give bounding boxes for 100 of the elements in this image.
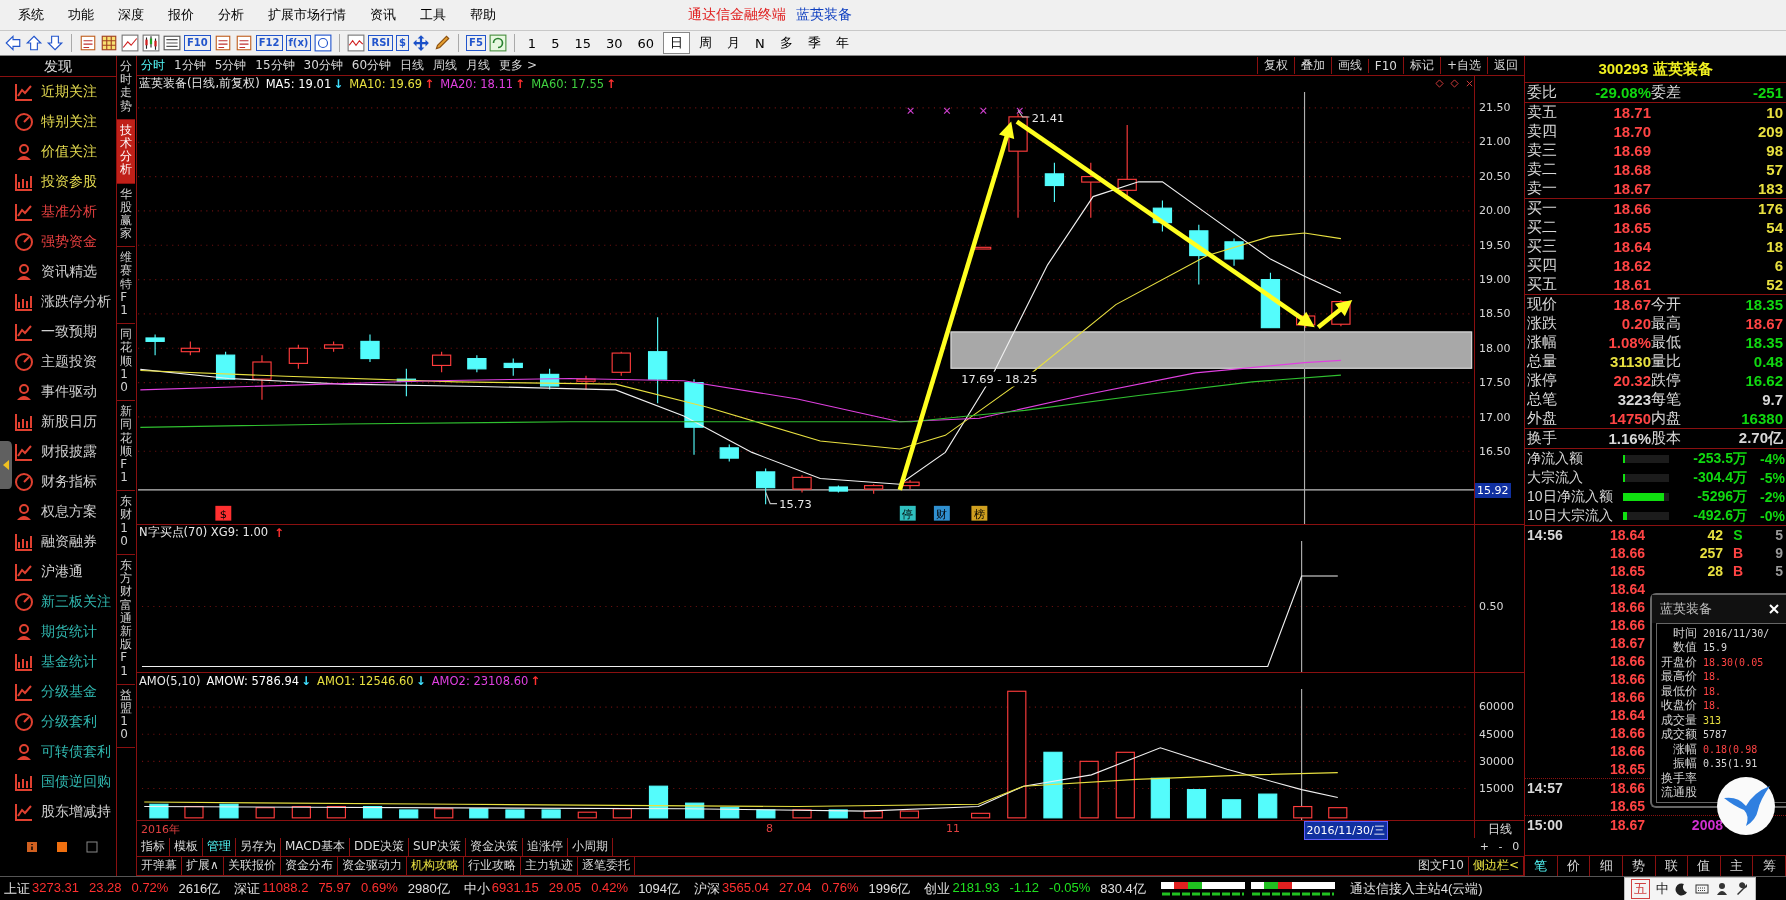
sidebar-item[interactable]: 资讯精选: [13, 257, 117, 287]
toolbar-button[interactable]: F12: [255, 35, 283, 51]
period-button[interactable]: N: [749, 34, 771, 52]
list-icon[interactable]: [163, 34, 181, 52]
period-button[interactable]: 月: [721, 33, 747, 53]
sidebar-item[interactable]: 财务指标: [13, 467, 117, 497]
panel-toggle-button[interactable]: 侧边栏<: [1468, 857, 1524, 875]
vertical-tab[interactable]: 同花顺10: [117, 324, 136, 402]
event-marker[interactable]: 财: [933, 505, 950, 522]
period-button[interactable]: 多: [773, 33, 799, 53]
sidebar-item[interactable]: 可转债套利: [13, 737, 117, 767]
sidebar-item[interactable]: 主题投资: [13, 347, 117, 377]
sidebar-item[interactable]: 分级套利: [13, 707, 117, 737]
move-icon[interactable]: [412, 34, 431, 52]
feature-tab[interactable]: 扩展∧: [182, 857, 224, 875]
period-tab[interactable]: 更多 >: [499, 57, 537, 74]
sidebar-item[interactable]: 基金统计: [13, 647, 117, 677]
vertical-tab[interactable]: 东方财富通新版F1: [117, 555, 136, 685]
vertical-tab[interactable]: 东财10: [117, 491, 136, 555]
wrench-icon[interactable]: [1735, 881, 1749, 896]
feature-tab[interactable]: 资金驱动力: [337, 857, 407, 875]
pencil-icon[interactable]: [433, 34, 452, 52]
sidebar-item[interactable]: 沪港通: [13, 557, 117, 587]
period-button[interactable]: 30: [599, 34, 629, 52]
vertical-tab[interactable]: 华股赢家: [117, 183, 136, 248]
info-icon[interactable]: [26, 841, 38, 853]
period-tab[interactable]: 5分钟: [214, 57, 247, 74]
ime-button[interactable]: 五: [1631, 878, 1650, 899]
feature-tab[interactable]: 行业攻略: [463, 857, 521, 875]
indicator-tab[interactable]: 管理: [203, 838, 236, 856]
indicator-tab[interactable]: 资金决策: [465, 838, 523, 856]
feature-tab[interactable]: 机构攻略: [406, 857, 464, 875]
zoom-button[interactable]: +: [1479, 838, 1489, 856]
period-tab[interactable]: 60分钟: [351, 57, 392, 74]
vertical-tab[interactable]: 分时走势: [117, 56, 136, 120]
indicator-tab[interactable]: SUP决策: [409, 838, 466, 856]
sidebar-item[interactable]: 基准分析: [13, 197, 117, 227]
sidebar-item[interactable]: 融资融券: [13, 527, 117, 557]
sidebar-item[interactable]: 国债逆回购: [13, 767, 117, 797]
period-tab[interactable]: 15分钟: [255, 57, 295, 74]
chart-button[interactable]: 画线: [1330, 57, 1368, 74]
sidebar-item[interactable]: 权息方案: [13, 497, 117, 527]
indicator-tab[interactable]: 另存为: [236, 838, 281, 856]
moon-icon[interactable]: [1675, 881, 1689, 896]
vertical-tab[interactable]: 技术分析: [117, 119, 136, 184]
feature-tab[interactable]: 开弹幕: [137, 857, 182, 875]
event-marker[interactable]: 榜: [971, 505, 988, 522]
sidebar-item[interactable]: 新三板关注: [13, 587, 117, 617]
feature-tab[interactable]: 逐笔委托: [577, 857, 635, 875]
indicator-tab[interactable]: 追涨停: [522, 838, 568, 856]
toolbar-button[interactable]: RSI: [368, 35, 394, 51]
event-marker[interactable]: $: [215, 505, 232, 522]
event-marker[interactable]: 停: [899, 505, 916, 522]
sidebar-item[interactable]: 特别关注: [13, 107, 117, 137]
line-chart-icon[interactable]: [121, 34, 139, 52]
sidebar-item[interactable]: 投资参股: [13, 167, 117, 197]
period-tab[interactable]: 周线: [433, 57, 458, 74]
menu-item[interactable]: 工具: [408, 4, 458, 26]
wave-icon[interactable]: [347, 34, 366, 52]
indicator-tab[interactable]: MACD基本: [281, 838, 350, 856]
vertical-tab[interactable]: 维赛特F1: [117, 247, 136, 325]
chart-button[interactable]: +自选: [1439, 57, 1487, 74]
period-tab[interactable]: 30分钟: [303, 57, 343, 74]
vertical-tab[interactable]: 新同花顺F1: [117, 401, 136, 492]
menu-item[interactable]: 资讯: [358, 4, 408, 26]
menu-item[interactable]: 深度: [106, 4, 156, 26]
period-tab[interactable]: 分时: [141, 57, 165, 74]
sidebar-item[interactable]: 事件驱动: [13, 377, 117, 407]
menu-item[interactable]: 功能: [56, 4, 106, 26]
chart-button[interactable]: 复权: [1256, 57, 1294, 74]
sidebar-item[interactable]: 新股日历: [13, 407, 117, 437]
arrow-down-icon[interactable]: [46, 34, 64, 52]
indicator-tab[interactable]: DDE决策: [350, 838, 410, 856]
arrow-left-icon[interactable]: [4, 34, 22, 52]
sidebar-item[interactable]: 涨跌停分析: [13, 287, 117, 317]
zoom-button[interactable]: 0: [1512, 838, 1520, 856]
menu-item[interactable]: 扩展市场行情: [256, 4, 358, 26]
period-button[interactable]: 季: [801, 33, 827, 53]
feature-tab[interactable]: 资金分布: [280, 857, 338, 875]
chart-button[interactable]: 返回: [1487, 57, 1524, 74]
indicator-tab[interactable]: 指标: [137, 838, 170, 856]
sidebar-item[interactable]: 价值关注: [13, 137, 117, 167]
collapse-handle[interactable]: [0, 441, 12, 489]
document-icon[interactable]: [234, 34, 253, 52]
chart-button[interactable]: 叠加: [1293, 57, 1331, 74]
toolbar-button[interactable]: F10: [184, 35, 211, 51]
indicator-tab[interactable]: 模板: [170, 838, 203, 856]
feature-tab[interactable]: 主力轨迹: [520, 857, 578, 875]
period-button[interactable]: 年: [829, 33, 855, 53]
document-icon[interactable]: [79, 34, 97, 52]
period-button[interactable]: 周: [693, 33, 719, 53]
period-button[interactable]: 15: [568, 34, 597, 52]
period-button[interactable]: 日: [663, 32, 691, 54]
menu-item[interactable]: 分析: [206, 4, 256, 26]
period-tab[interactable]: 日线: [400, 57, 425, 74]
person-icon[interactable]: [1715, 881, 1729, 896]
chart-button[interactable]: 标记: [1402, 57, 1440, 74]
sidebar-item[interactable]: 近期关注: [13, 77, 117, 107]
menu-item[interactable]: 帮助: [458, 4, 508, 26]
period-button[interactable]: 1: [521, 34, 543, 52]
